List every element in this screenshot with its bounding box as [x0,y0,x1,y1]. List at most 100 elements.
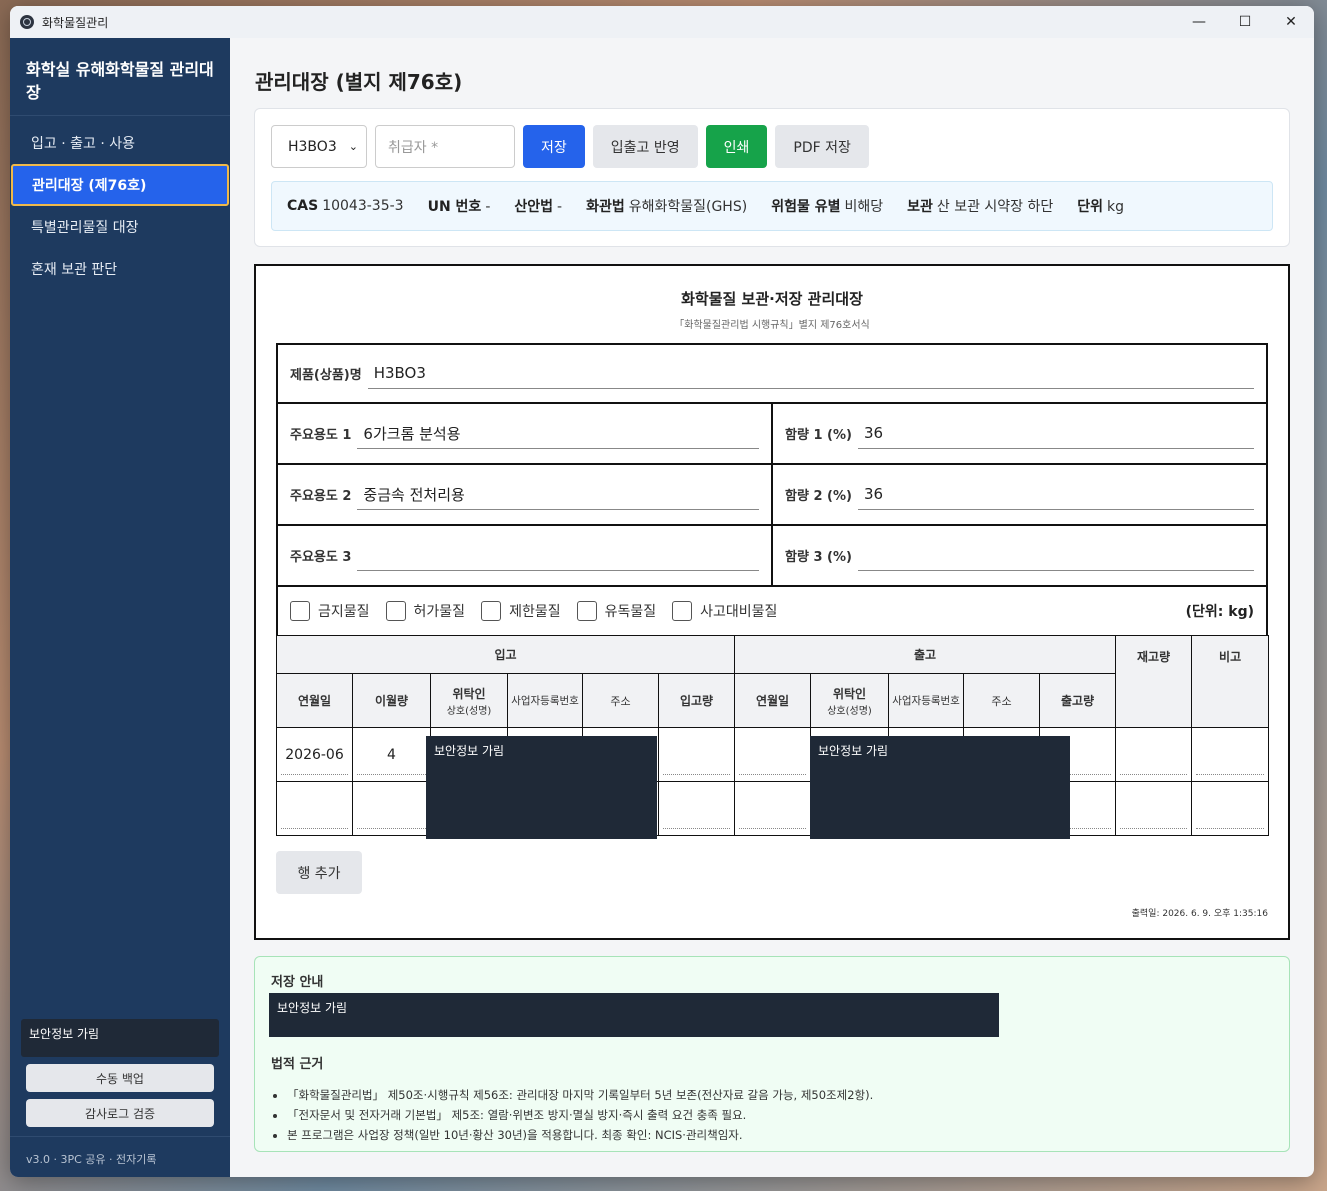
in-address-header: 주소 [582,673,659,728]
sidebar: 화학실 유해화학물질 관리대장 입고 · 출고 · 사용 관리대장 (제76호)… [10,38,230,1177]
audit-log-verify-button[interactable]: 감사로그 검증 [26,1099,214,1127]
redacted-out-consignor: 보안정보 가림 [810,736,1070,839]
info-danger: 위험물 유별 비해당 [771,199,884,215]
in-group-header: 입고 [275,635,736,674]
remarks-cell[interactable] [1191,781,1270,836]
carryover-cell[interactable] [352,781,431,836]
carryover-header: 이월량 [352,673,431,728]
chemical-info-bar: CAS 10043-35-3 UN 번호 - 산안법 - 화관법 유해화학물질(GHS)… [271,181,1273,231]
in-consignor-header: 위탁인 상호(성명) [430,673,508,728]
product-label: 제품(상품)명 [290,368,362,383]
storage-notice-title: 저장 안내 [271,975,324,990]
sidebar-item-special[interactable]: 특별관리물질 대장 [10,206,230,248]
sidebar-item-inout[interactable]: 입고 · 출고 · 사용 [10,122,230,164]
content3-field[interactable] [857,541,1254,571]
checkbox[interactable] [481,601,502,621]
in-date-cell[interactable]: 2026-06 [276,727,353,782]
toolbar-card: H3BO3 ⌄ 취급자 * 저장 입출고 반영 인쇄 PDF 저장 CAS 100… [254,108,1290,247]
content1-label: 함량 1 (%) [785,428,852,443]
carryover-cell[interactable]: 4 [352,727,431,782]
redacted-storage-info: 보안정보 가림 [269,993,999,1037]
checkbox[interactable] [672,601,693,621]
remarks-header: 비고 [1191,635,1270,728]
chemical-select-value: H3BO3 [288,138,337,155]
check-prohibited[interactable]: 금지물질 [290,601,370,621]
minimize-button[interactable]: — [1176,6,1222,38]
product-row: 제품(상품)명 H3BO3 [276,343,1268,404]
product-field[interactable]: H3BO3 [367,359,1254,389]
out-group-header: 출고 [734,635,1117,674]
main-content: 관리대장 (별지 제76호) H3BO3 ⌄ 취급자 * 저장 입출고 반영 인… [230,38,1314,1177]
use1-label: 주요용도 1 [290,428,352,443]
sidebar-footer: v3.0 · 3PC 공유 · 전자기록 [10,1136,230,1177]
use-row-2: 주요용도 2 중금속 전처리용 함량 2 (%) 36 [276,465,1268,526]
out-address-header: 주소 [963,673,1041,728]
content1-field[interactable]: 36 [857,419,1254,449]
check-accident[interactable]: 사고대비물질 [672,601,777,621]
info-un: UN 번호 - [427,199,491,215]
apply-inout-button[interactable]: 입출고 반영 [592,125,698,168]
content2-label: 함량 2 (%) [785,489,852,504]
add-row-button[interactable]: 행 추가 [276,851,362,894]
sidebar-item-ledger[interactable]: 관리대장 (제76호) [11,164,229,206]
in-date-header: 연월일 [276,673,353,728]
print-button[interactable]: 인쇄 [705,125,768,168]
unit-note: (단위: kg) [1185,604,1254,620]
out-consignor-header: 위탁인 상호(성명) [810,673,890,728]
substance-checks: 금지물질 허가물질 제한물질 유독물질 사고대비물질 (단위: kg) [276,587,1268,635]
pdf-save-button[interactable]: PDF 저장 [775,125,869,168]
redacted-in-consignor: 보안정보 가림 [426,736,657,839]
page-title: 관리대장 (별지 제76호) [255,70,463,94]
in-bizno-header: 사업자등록번호 [507,673,583,728]
list-item: 「전자문서 및 전자거래 기본법」 제5조: 열람·위변조 방지·멸실 방지·즉… [287,1105,873,1125]
check-restricted[interactable]: 제한물질 [481,601,561,621]
window-title: 화학물질관리 [42,15,109,30]
close-button[interactable]: ✕ [1268,6,1314,38]
manual-backup-button[interactable]: 수동 백업 [26,1064,214,1092]
in-qty-cell[interactable] [657,727,736,782]
stock-cell[interactable] [1115,781,1193,836]
checkbox[interactable] [576,601,597,621]
handler-input[interactable]: 취급자 * [375,125,515,168]
stock-cell[interactable] [1115,727,1193,782]
use-row-3: 주요용도 3 함량 3 (%) [276,526,1268,587]
chemical-select[interactable]: H3BO3 ⌄ [271,125,367,168]
info-cas: CAS 10043-35-3 [287,198,404,214]
out-date-header: 연월일 [734,673,812,728]
maximize-button[interactable]: ☐ [1222,6,1268,38]
redacted-info: 보안정보 가림 [21,1019,219,1057]
check-permitted[interactable]: 허가물질 [385,601,465,621]
app-logo-icon [20,15,34,29]
in-qty-cell[interactable] [657,781,736,836]
save-button[interactable]: 저장 [523,125,585,168]
remarks-cell[interactable] [1191,727,1270,782]
checkbox[interactable] [385,601,406,621]
content3-label: 함량 3 (%) [785,550,852,565]
ledger-table: 입고 출고 재고량 비고 연월일 이월량 위탁인 상호(성명) 사업자등록번호 주… [275,635,1270,836]
list-item: 「화학물질관리법」 제50조·시행규칙 제56조: 관리대장 마지막 기록일부터… [287,1085,873,1105]
info-storage: 보관 산 보관 시약장 하단 [907,199,1054,215]
chevron-down-icon: ⌄ [348,140,358,153]
info-osh: 산안법 - [514,199,563,215]
list-item: 본 프로그램은 사업장 정책(일반 10년·황산 30년)을 적용합니다. 최종… [287,1125,873,1145]
app-window: 화학물질관리 — ☐ ✕ 화학실 유해화학물질 관리대장 입고 · 출고 · 사… [10,6,1314,1177]
out-date-cell[interactable] [734,727,812,782]
use2-field[interactable]: 중금속 전처리용 [357,480,759,510]
checkbox[interactable] [290,601,310,621]
use1-field[interactable]: 6가크롬 분석용 [357,419,759,449]
in-date-cell[interactable] [276,781,353,836]
use3-label: 주요용도 3 [290,550,352,565]
check-toxic[interactable]: 유독물질 [576,601,656,621]
use3-field[interactable] [357,541,759,571]
content2-field[interactable]: 36 [857,480,1254,510]
title-bar: 화학물질관리 — ☐ ✕ [10,6,1314,38]
document-title: 화학물질 보관·저장 관리대장 [681,290,863,308]
ledger-document: 화학물질 보관·저장 관리대장 「화학물질관리법 시행규칙」별지 제76호서식 … [254,264,1290,940]
out-date-cell[interactable] [734,781,812,836]
toolbar: H3BO3 ⌄ 취급자 * 저장 입출고 반영 인쇄 PDF 저장 [271,125,869,168]
legal-basis-title: 법적 근거 [271,1057,324,1072]
sidebar-menu: 입고 · 출고 · 사용 관리대장 (제76호) 특별관리물질 대장 혼재 보관… [10,116,230,290]
sidebar-item-mixed-storage[interactable]: 혼재 보관 판단 [10,248,230,290]
sidebar-title: 화학실 유해화학물질 관리대장 [10,38,230,116]
info-chem-act: 화관법 유해화학물질(GHS) [586,199,748,215]
